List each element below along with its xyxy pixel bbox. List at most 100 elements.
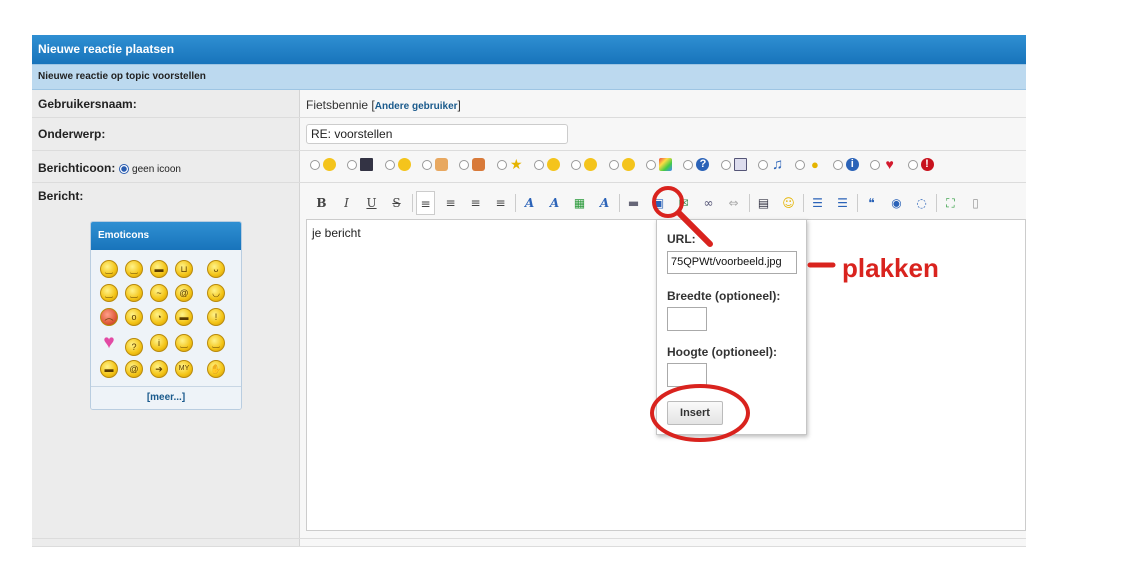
- star-icon: ★: [509, 156, 523, 173]
- code-icon[interactable]: ◉: [887, 191, 906, 215]
- question-emoticon-icon[interactable]: ?: [125, 338, 143, 356]
- sad-icon: [621, 158, 635, 172]
- insert-button[interactable]: Insert: [667, 401, 723, 425]
- source-icon[interactable]: ▯: [966, 191, 985, 215]
- mad-emoticon-icon[interactable]: ︵: [100, 308, 118, 326]
- post-icon-radio[interactable]: [496, 159, 507, 170]
- post-icon-radio[interactable]: [384, 159, 395, 170]
- heart-icon: ♥: [885, 156, 894, 173]
- info-icon: i: [845, 158, 859, 172]
- laugh-emoticon-icon[interactable]: ⊔: [175, 260, 193, 278]
- no-icon-radio[interactable]: [118, 163, 129, 174]
- post-icon-row: Berichticoon: geen icoon ★ ? ♫ ● i ♥ !: [32, 151, 1026, 183]
- alert-emoticon-icon[interactable]: !: [207, 308, 225, 326]
- email-icon[interactable]: ✉: [674, 191, 693, 215]
- pout-emoticon-icon[interactable]: o: [125, 308, 143, 326]
- ninja-emoticon-icon[interactable]: ▬: [100, 360, 118, 378]
- rainbow-icon: [659, 158, 673, 172]
- remove-format-icon[interactable]: A: [595, 191, 614, 215]
- shades-emoticon-icon[interactable]: ▬: [175, 308, 193, 326]
- bullet-list-icon[interactable]: ☰: [808, 191, 827, 215]
- thumbs-up-icon: [435, 158, 449, 172]
- insert-image-popup: URL: 75QPWt/voorbeeld.jpg Breedte (optio…: [656, 219, 807, 435]
- wry-emoticon-icon[interactable]: ‿: [207, 334, 225, 352]
- align-left-button[interactable]: ≡: [416, 191, 435, 215]
- underline-button[interactable]: U: [362, 191, 381, 215]
- color-icon[interactable]: ▦: [570, 191, 589, 215]
- username-value: Fietsbennie [Andere gebruiker]: [306, 98, 461, 112]
- at-emoticon-icon[interactable]: @: [175, 284, 193, 302]
- emoticons-title: Emoticons: [91, 222, 241, 250]
- idea-emoticon-icon[interactable]: i: [150, 334, 168, 352]
- smile-emoticon-icon[interactable]: ‿: [100, 260, 118, 278]
- wave-emoticon-icon[interactable]: ✋: [207, 360, 225, 378]
- post-icon-radio[interactable]: [870, 159, 881, 170]
- cool-emoticon-icon[interactable]: ▬: [150, 260, 168, 278]
- unlink-icon[interactable]: ⇔: [724, 191, 743, 215]
- image-icon[interactable]: ▣: [649, 191, 668, 215]
- strike-button[interactable]: S: [387, 191, 406, 215]
- hr-icon[interactable]: ▬: [624, 191, 643, 215]
- url-label: URL:: [667, 232, 696, 246]
- italic-button[interactable]: I: [337, 191, 356, 215]
- wink-emoticon-icon[interactable]: ‿: [125, 284, 143, 302]
- post-icon-radio[interactable]: [310, 159, 320, 170]
- post-icon-radio[interactable]: [758, 159, 769, 170]
- emoticons-box: Emoticons ‿ ‿ ▬ ⊔ ᴗ ‿ ‿ ~ @ ◡ ︵ o ◔ ▬ ! …: [90, 221, 242, 410]
- font-icon[interactable]: A: [520, 191, 539, 215]
- justify-button[interactable]: ≡: [491, 191, 510, 215]
- post-icon-radio[interactable]: [720, 159, 731, 170]
- post-icon-radio[interactable]: [907, 159, 918, 170]
- heart-emoticon-icon[interactable]: ♥: [100, 333, 118, 352]
- form-subtitle: Nieuwe reactie op topic voorstellen: [32, 64, 1026, 90]
- font-size-icon[interactable]: A: [545, 191, 564, 215]
- post-icon-radio[interactable]: [534, 159, 545, 170]
- film-icon: [360, 158, 374, 172]
- roll-emoticon-icon[interactable]: ◔: [150, 308, 168, 326]
- url-input[interactable]: 75QPWt/voorbeeld.jpg: [667, 251, 797, 274]
- post-icon-radio[interactable]: [608, 159, 619, 170]
- ears-emoticon-icon[interactable]: ◡: [207, 284, 225, 302]
- screen-icon: [733, 158, 747, 172]
- post-icon-radio[interactable]: [795, 159, 806, 170]
- other-user-link[interactable]: Andere gebruiker: [375, 101, 458, 112]
- more-emoticons-link[interactable]: [meer...]: [91, 386, 241, 409]
- tongue-emoticon-icon[interactable]: ᴗ: [207, 260, 225, 278]
- post-icon-radio[interactable]: [459, 159, 470, 170]
- numbered-list-icon[interactable]: ☰: [833, 191, 852, 215]
- grin-emoticon-icon[interactable]: ‿: [125, 260, 143, 278]
- footer-row: [32, 539, 1026, 547]
- video-icon[interactable]: ▤: [754, 191, 773, 215]
- question-icon: ?: [696, 158, 710, 172]
- confused-emoticon-icon[interactable]: ~: [150, 284, 168, 302]
- my-emoticon-icon[interactable]: MY: [175, 360, 193, 378]
- quote-icon[interactable]: ❝: [862, 191, 881, 215]
- post-icon-radio[interactable]: [683, 159, 694, 170]
- emoticon-icon[interactable]: ☺: [779, 191, 798, 215]
- shocked-icon: [584, 158, 598, 172]
- width-input[interactable]: [667, 307, 707, 331]
- post-icon-radio[interactable]: [832, 159, 843, 170]
- music-icon: ♫: [772, 156, 784, 174]
- post-icon-radio[interactable]: [571, 159, 582, 170]
- post-icon-radio[interactable]: [347, 159, 358, 170]
- align-right-button[interactable]: ≡: [466, 191, 485, 215]
- post-icon-radio[interactable]: [646, 159, 657, 170]
- editor-content: je bericht: [312, 226, 361, 240]
- subject-input[interactable]: RE: voorstellen: [306, 124, 568, 144]
- align-center-button[interactable]: ≡: [441, 191, 460, 215]
- blush-emoticon-icon[interactable]: ‿: [100, 284, 118, 302]
- height-input[interactable]: [667, 363, 707, 387]
- link-icon[interactable]: ∞: [699, 191, 718, 215]
- tongue-icon: [397, 158, 411, 172]
- expand-icon[interactable]: ⛶: [941, 191, 960, 215]
- editor-toolbar: B I U S ≡ ≡ ≡ ≡ A A ▦ A ▬ ▣ ✉ ∞ ⇔ ▤ ☺ ☰ …: [306, 191, 1026, 217]
- dizzy-emoticon-icon[interactable]: @: [125, 360, 143, 378]
- post-icon-label: Berichticoon: geen icoon: [38, 161, 181, 175]
- speech-icon[interactable]: ◌: [912, 191, 931, 215]
- sigh-emoticon-icon[interactable]: ‿: [175, 334, 193, 352]
- bold-button[interactable]: B: [312, 191, 331, 215]
- arrow-emoticon-icon[interactable]: ➔: [150, 360, 168, 378]
- post-icon-radio[interactable]: [422, 159, 433, 170]
- smile-icon: [323, 158, 336, 172]
